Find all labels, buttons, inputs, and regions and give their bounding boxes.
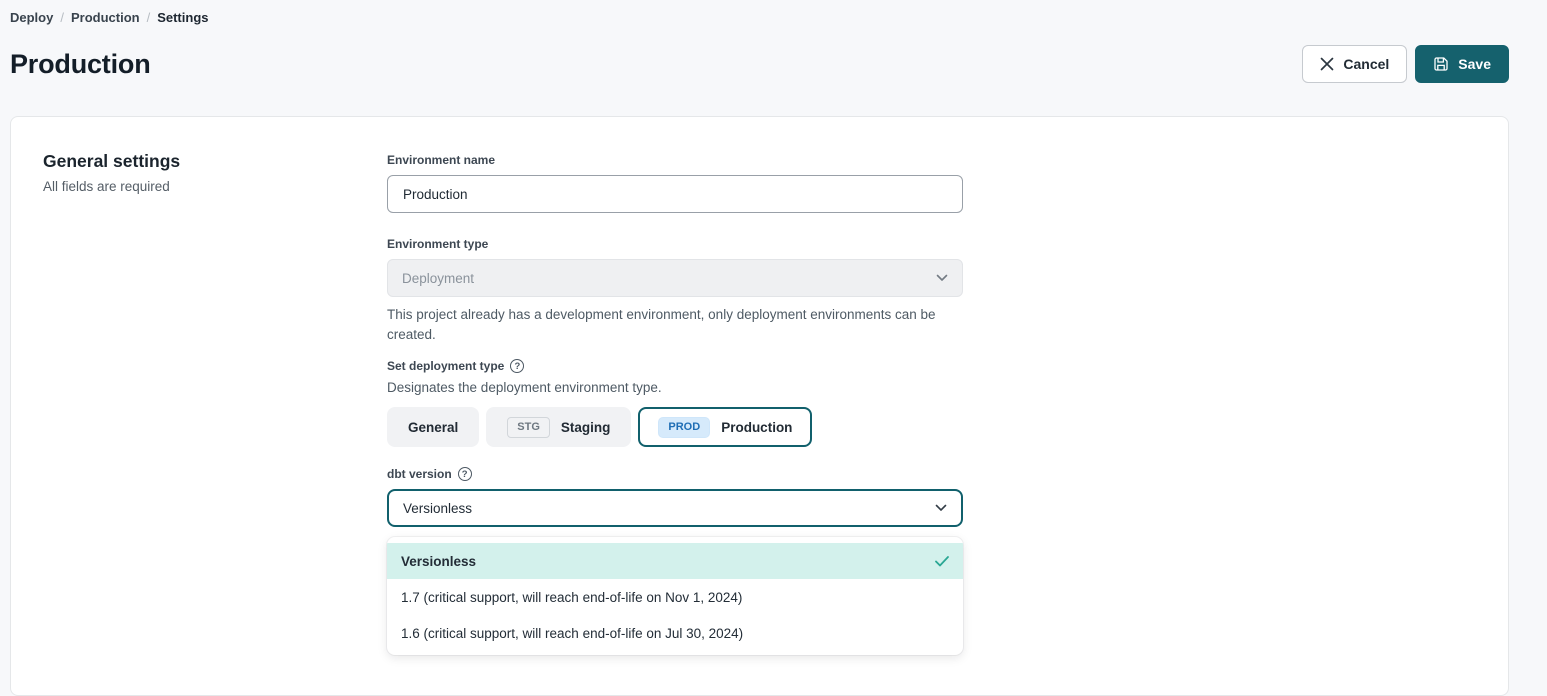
deployment-type-option-label: Staging bbox=[561, 420, 611, 435]
environment-type-label: Environment type bbox=[387, 237, 488, 251]
section-subtitle: All fields are required bbox=[43, 179, 387, 194]
breadcrumb-deploy[interactable]: Deploy bbox=[10, 10, 53, 25]
chevron-down-icon bbox=[935, 504, 947, 512]
floppy-disk-icon bbox=[1433, 56, 1449, 72]
page-header: Production Cancel Save bbox=[10, 45, 1509, 83]
dbt-version-value: Versionless bbox=[403, 501, 472, 516]
deployment-type-option-production[interactable]: PROD Production bbox=[638, 407, 812, 447]
deployment-type-options: General STG Staging PROD Production bbox=[387, 407, 963, 447]
dropdown-option-label: Versionless bbox=[401, 554, 476, 569]
top-bar: Deploy / Production / Settings Productio… bbox=[0, 0, 1547, 83]
dbt-version-select[interactable]: Versionless bbox=[387, 489, 963, 527]
header-actions: Cancel Save bbox=[1302, 45, 1509, 83]
environment-type-value: Deployment bbox=[402, 271, 474, 286]
cancel-button-label: Cancel bbox=[1343, 56, 1389, 72]
deployment-type-option-label: General bbox=[408, 420, 458, 435]
deployment-type-label-row: Set deployment type ? bbox=[387, 359, 963, 373]
environment-settings-page: { "breadcrumb": { "separator": "/", "ite… bbox=[0, 0, 1547, 628]
dbt-version-label: dbt version bbox=[387, 467, 452, 481]
save-button[interactable]: Save bbox=[1415, 45, 1509, 83]
stg-badge: STG bbox=[507, 417, 550, 438]
environment-type-helper-text: This project already has a development e… bbox=[387, 305, 963, 345]
section-title: General settings bbox=[43, 151, 387, 172]
dropdown-option-label: 1.7 (critical support, will reach end-of… bbox=[401, 590, 742, 605]
dbt-version-dropdown: Versionless 1.7 (critical support, will … bbox=[387, 537, 963, 655]
environment-name-input[interactable] bbox=[387, 175, 963, 213]
breadcrumb-settings: Settings bbox=[157, 10, 208, 25]
breadcrumb-separator: / bbox=[60, 10, 64, 25]
dropdown-option-1-6[interactable]: 1.6 (critical support, will reach end-of… bbox=[387, 615, 963, 651]
dbt-version-label-row: dbt version ? bbox=[387, 467, 963, 481]
x-icon bbox=[1320, 57, 1334, 71]
section-intro: General settings All fields are required bbox=[43, 151, 387, 661]
settings-form: Environment name Environment type Deploy… bbox=[387, 151, 963, 661]
deployment-type-description: Designates the deployment environment ty… bbox=[387, 380, 963, 395]
prod-badge: PROD bbox=[658, 417, 710, 438]
deployment-type-option-label: Production bbox=[721, 420, 792, 435]
breadcrumb: Deploy / Production / Settings bbox=[10, 9, 1509, 25]
cancel-button[interactable]: Cancel bbox=[1302, 45, 1407, 83]
checkmark-icon bbox=[935, 556, 949, 567]
chevron-down-icon bbox=[936, 274, 948, 282]
dropdown-option-versionless[interactable]: Versionless bbox=[387, 543, 963, 579]
deployment-type-option-staging[interactable]: STG Staging bbox=[486, 407, 631, 447]
breadcrumb-production[interactable]: Production bbox=[71, 10, 140, 25]
breadcrumb-separator: / bbox=[147, 10, 151, 25]
environment-name-label: Environment name bbox=[387, 153, 495, 167]
environment-type-select: Deployment bbox=[387, 259, 963, 297]
deployment-type-label: Set deployment type bbox=[387, 359, 504, 373]
save-button-label: Save bbox=[1458, 56, 1491, 72]
dropdown-option-1-7[interactable]: 1.7 (critical support, will reach end-of… bbox=[387, 579, 963, 615]
general-settings-card: General settings All fields are required… bbox=[10, 116, 1509, 696]
page-title: Production bbox=[10, 49, 151, 80]
help-icon[interactable]: ? bbox=[510, 359, 524, 373]
help-icon[interactable]: ? bbox=[458, 467, 472, 481]
deployment-type-option-general[interactable]: General bbox=[387, 407, 479, 447]
